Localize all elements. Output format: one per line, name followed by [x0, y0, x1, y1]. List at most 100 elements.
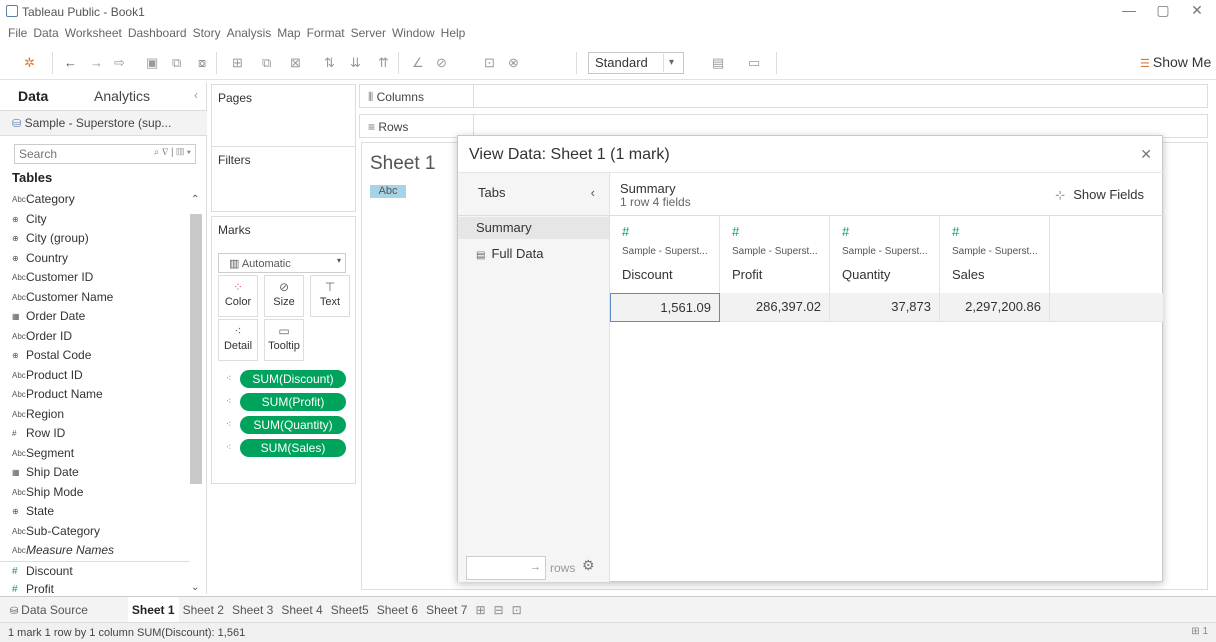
cell-sales[interactable]: 2,297,200.86 — [940, 293, 1050, 322]
filters-card[interactable]: Filters — [211, 146, 356, 212]
field-item[interactable]: Abc Category — [0, 190, 190, 210]
field-item[interactable]: ⊕ State — [0, 502, 190, 522]
detail-button[interactable]: ⁖ Detail — [218, 319, 258, 361]
sheet-tab[interactable]: Sheet5 — [327, 597, 373, 623]
field-item[interactable]: ⊕ City (group) — [0, 229, 190, 249]
field-list-scrollbar[interactable]: ⌃ ⌄ — [190, 194, 202, 594]
sheet-tab[interactable]: Sheet 4 — [277, 597, 326, 623]
dialog-close-icon[interactable]: ✕ — [1140, 146, 1152, 163]
pill-sum-sales[interactable]: SUM(Sales) — [240, 439, 346, 457]
show-me-button[interactable]: ☰ Show Me — [1140, 54, 1211, 70]
new-story-icon[interactable]: ⊡ — [508, 597, 526, 623]
field-item[interactable]: ⊕ Postal Code — [0, 346, 190, 366]
menu-story[interactable]: Story — [193, 26, 221, 42]
search-filter-view-icons[interactable]: ⌕ ∇ | ▥ ▾ — [154, 147, 191, 158]
field-item[interactable]: Abc Ship Mode — [0, 483, 190, 503]
presentation-mode-icon[interactable]: ▭ — [748, 55, 760, 71]
maximize-button[interactable]: ▢ — [1148, 2, 1178, 19]
show-labels-icon[interactable]: ⊡ — [484, 55, 495, 71]
undo-icon[interactable]: ← — [64, 55, 77, 70]
highlight-icon[interactable]: ∠ — [412, 55, 424, 71]
menu-data[interactable]: Data — [33, 26, 58, 42]
scroll-down-icon[interactable]: ⌄ — [191, 582, 199, 593]
show-cards-icon[interactable]: ▤ — [712, 55, 724, 71]
pages-card[interactable]: Pages — [211, 84, 356, 148]
field-item[interactable]: ▦ Order Date — [0, 307, 190, 327]
tableau-home-icon[interactable]: ✲ — [24, 55, 35, 71]
field-item[interactable]: Abc Customer ID — [0, 268, 190, 288]
sheet-tab[interactable]: Sheet 3 — [228, 597, 277, 623]
cell-quantity[interactable]: 37,873 — [830, 293, 940, 322]
field-item[interactable]: Abc Product Name — [0, 385, 190, 405]
tooltip-button[interactable]: ▭ Tooltip — [264, 319, 304, 361]
gear-icon[interactable]: ⚙ — [582, 557, 595, 574]
group-icon[interactable]: ⊘ — [436, 55, 447, 71]
tab-analytics[interactable]: Analytics — [94, 88, 150, 104]
field-item[interactable]: Abc Order ID — [0, 327, 190, 347]
sheet-tab[interactable]: Sheet 7 — [422, 597, 471, 623]
menu-worksheet[interactable]: Worksheet — [65, 26, 122, 42]
menu-window[interactable]: Window — [392, 26, 435, 42]
menu-analysis[interactable]: Analysis — [227, 26, 272, 42]
text-button[interactable]: ⊤ Text — [310, 275, 350, 317]
menu-server[interactable]: Server — [351, 26, 386, 42]
status-sheet-nav[interactable]: ⊞ 1 — [1191, 626, 1208, 637]
field-item[interactable]: ⊕ City — [0, 210, 190, 230]
tab-full-data[interactable]: ▤ Full Data — [458, 243, 609, 265]
clear-sheet-icon[interactable]: ⊠ — [290, 55, 301, 71]
color-button[interactable]: ⁘ Color — [218, 275, 258, 317]
menu-map[interactable]: Map — [277, 26, 300, 42]
cell-discount[interactable]: 1,561.09 — [610, 293, 720, 322]
column-header-discount[interactable]: # Sample - Superst... Discount — [610, 216, 720, 293]
scroll-thumb[interactable] — [190, 214, 202, 484]
sort-ascending-icon[interactable]: ⇊ — [350, 55, 361, 71]
rows-count-input[interactable]: → — [466, 556, 546, 580]
minimize-button[interactable]: — — [1114, 2, 1144, 18]
pause-updates-icon[interactable]: ⧇ — [198, 55, 206, 71]
sheet-title[interactable]: Sheet 1 — [370, 153, 436, 175]
redo-icon[interactable]: → — [90, 55, 103, 70]
new-worksheet-icon[interactable]: ⊞ — [232, 55, 243, 71]
pill-sum-profit[interactable]: SUM(Profit) — [240, 393, 346, 411]
menu-format[interactable]: Format — [307, 26, 345, 42]
menu-dashboard[interactable]: Dashboard — [128, 26, 187, 42]
show-fields-button[interactable]: ⊹ Show Fields — [1055, 187, 1144, 202]
pill-sum-discount[interactable]: SUM(Discount) — [240, 370, 346, 388]
sheet-tab[interactable]: Sheet 6 — [373, 597, 422, 623]
collapse-pane-icon[interactable]: ‹ — [194, 88, 198, 102]
field-item[interactable]: Abc Customer Name — [0, 288, 190, 308]
field-item[interactable]: Abc Measure Names — [0, 541, 190, 561]
abc-placeholder-mark[interactable]: Abc — [370, 185, 406, 198]
new-data-source-icon[interactable]: ⧉ — [172, 55, 181, 71]
field-item[interactable]: ⊕ Country — [0, 249, 190, 269]
fit-select[interactable]: Standard ▾ — [588, 52, 684, 74]
tab-summary[interactable]: Summary — [458, 217, 609, 239]
sheet-tab[interactable]: Sheet 1 — [127, 596, 179, 623]
tab-data[interactable]: Data — [18, 88, 48, 104]
sheet-tab[interactable]: Sheet 2 — [179, 597, 228, 623]
scroll-up-icon[interactable]: ⌃ — [191, 194, 199, 205]
field-item[interactable]: Abc Region — [0, 405, 190, 425]
pill-sum-quantity[interactable]: SUM(Quantity) — [240, 416, 346, 434]
replay-icon[interactable]: ⇨ — [114, 55, 125, 71]
columns-shelf[interactable]: ⦀ Columns — [359, 84, 1208, 108]
field-item[interactable]: ▦ Ship Date — [0, 463, 190, 483]
column-header-sales[interactable]: # Sample - Superst... Sales — [940, 216, 1050, 293]
field-item[interactable]: Abc Segment — [0, 444, 190, 464]
collapse-tabs-icon[interactable]: ‹ — [591, 185, 595, 200]
search-input[interactable] — [15, 145, 125, 163]
field-item[interactable]: # Discount — [0, 560, 190, 581]
new-worksheet-icon[interactable]: ⊞ — [471, 597, 489, 623]
size-button[interactable]: ⊘ Size — [264, 275, 304, 317]
field-item[interactable]: # Row ID — [0, 424, 190, 444]
sort-descending-icon[interactable]: ⇈ — [378, 55, 389, 71]
new-dashboard-icon[interactable]: ⊟ — [490, 597, 508, 623]
column-header-quantity[interactable]: # Sample - Superst... Quantity — [830, 216, 940, 293]
datasource-item[interactable]: ⛁ Sample - Superstore (sup... — [0, 110, 207, 136]
close-button[interactable]: ✕ — [1182, 2, 1212, 19]
cell-profit[interactable]: 286,397.02 — [720, 293, 830, 322]
duplicate-sheet-icon[interactable]: ⧉ — [262, 55, 271, 71]
data-source-tab[interactable]: ⛁ Data Source — [0, 597, 128, 623]
column-header-profit[interactable]: # Sample - Superst... Profit — [720, 216, 830, 293]
field-item[interactable]: Abc Product ID — [0, 366, 190, 386]
